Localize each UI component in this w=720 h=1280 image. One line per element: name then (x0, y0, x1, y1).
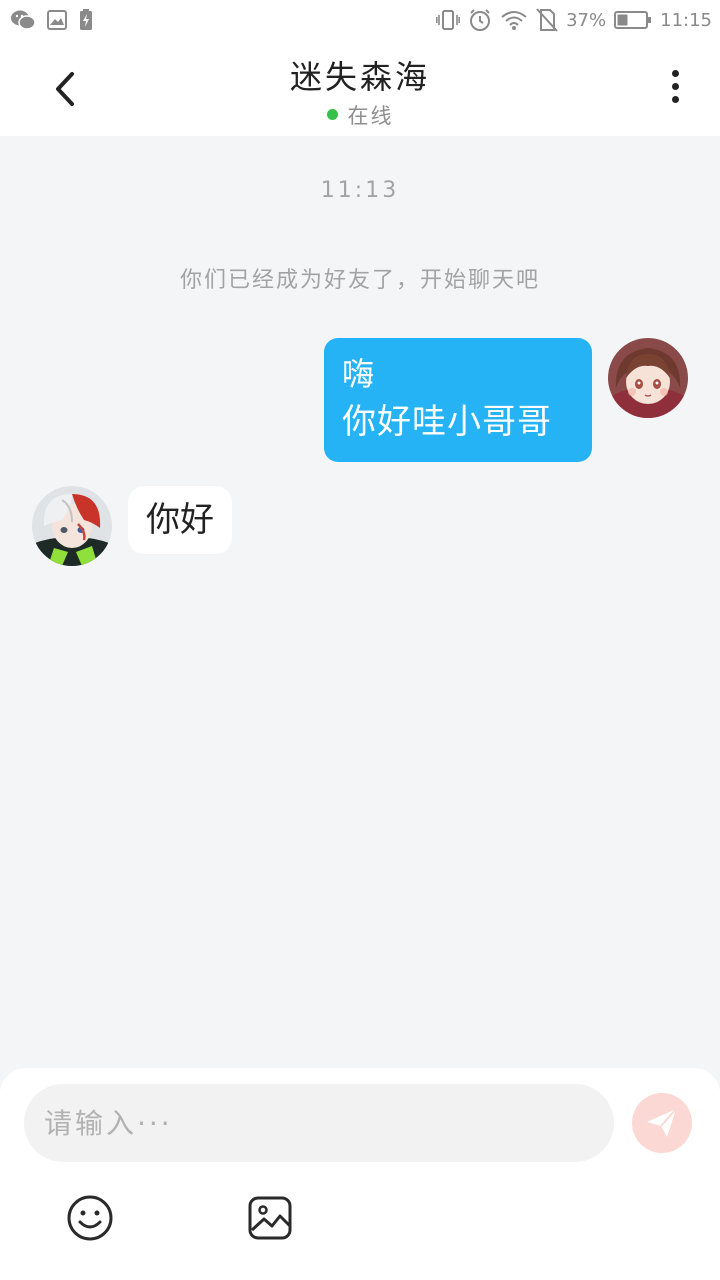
online-dot-icon (326, 108, 338, 120)
outgoing-message-bubble[interactable]: 嗨 你好哇小哥哥 (324, 338, 592, 462)
battery-saver-icon (78, 8, 94, 32)
contact-name: 迷失森海 (289, 58, 430, 96)
contact-avatar[interactable] (32, 486, 112, 566)
message-line: 你好 (146, 500, 214, 540)
image-notification-icon (46, 9, 68, 31)
system-message: 你们已经成为好友了，开始聊天吧 (179, 268, 540, 293)
wechat-icon (10, 9, 36, 31)
boy-avatar (32, 486, 112, 566)
emoji-icon (67, 1195, 113, 1241)
vibrate-icon (436, 9, 461, 31)
alarm-icon (468, 8, 492, 32)
input-panel (0, 1068, 720, 1280)
message-line: 你好哇小哥哥 (342, 402, 552, 442)
wifi-icon (500, 9, 528, 31)
more-vertical-icon (660, 70, 690, 103)
chat-area[interactable]: 11:13 你们已经成为好友了，开始聊天吧 嗨 你好哇小哥哥 你好 (0, 136, 720, 1068)
clock: 11:15 (660, 9, 712, 31)
send-icon (647, 1108, 677, 1137)
send-button[interactable] (632, 1093, 692, 1153)
battery-icon (614, 10, 652, 30)
image-button[interactable] (246, 1194, 294, 1242)
chat-header: 迷失森海 在线 (0, 40, 720, 136)
message-input[interactable] (24, 1084, 614, 1162)
no-sim-icon (536, 8, 558, 32)
emoji-button[interactable] (66, 1194, 114, 1242)
more-options-button[interactable] (660, 70, 690, 110)
battery-percent: 37% (566, 9, 607, 31)
girl-avatar (608, 338, 688, 418)
image-icon (248, 1196, 292, 1240)
incoming-message-bubble[interactable]: 你好 (128, 486, 232, 554)
message-timestamp: 11:13 (320, 178, 400, 203)
status-bar: 37% 11:15 (0, 0, 720, 40)
message-line: 嗨 (342, 355, 375, 393)
online-status-label: 在线 (347, 104, 394, 128)
online-status: 在线 (0, 100, 720, 130)
my-avatar[interactable] (608, 338, 688, 418)
